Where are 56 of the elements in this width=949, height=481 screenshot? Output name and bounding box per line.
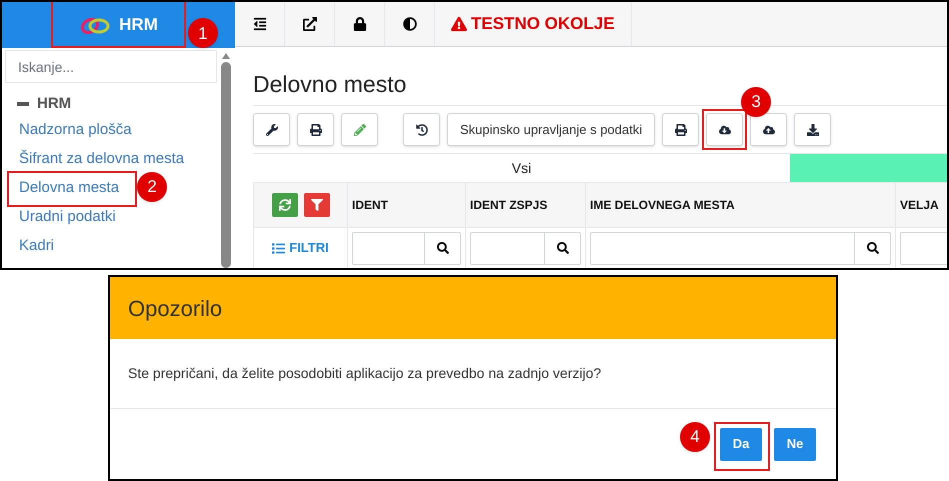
toolbar-button[interactable] bbox=[706, 113, 744, 146]
toolbar-button[interactable] bbox=[297, 113, 334, 146]
callout-badge: 2 bbox=[137, 172, 168, 202]
bulk-data-button[interactable]: Skupinsko upravljanje s podatki bbox=[447, 113, 656, 146]
toolbar-button[interactable] bbox=[794, 113, 832, 146]
contrast-icon bbox=[402, 17, 416, 31]
column-header: VELJA bbox=[896, 183, 947, 228]
toolbar-button[interactable] bbox=[253, 113, 290, 146]
scroll-up-icon[interactable] bbox=[221, 52, 231, 60]
column-header: IDENT bbox=[348, 183, 466, 228]
download-icon bbox=[806, 124, 819, 136]
callout-badge: 4 bbox=[680, 422, 710, 452]
environment-button[interactable]: TESTNO OKOLJE bbox=[435, 2, 632, 46]
outdent-icon bbox=[252, 17, 266, 31]
highlight-frame bbox=[702, 109, 748, 150]
filter-input[interactable] bbox=[590, 232, 891, 264]
dialog-message: Ste prepričani, da želite posodobiti aplikacijo za prevedbo na zadnjo verzijo? bbox=[110, 339, 836, 409]
search-field[interactable]: Iskanje... bbox=[5, 50, 217, 83]
dialog-button[interactable]: Ne bbox=[774, 428, 816, 460]
history-icon bbox=[416, 124, 428, 136]
toolbar-button[interactable] bbox=[403, 113, 440, 146]
pencil-icon bbox=[354, 124, 366, 136]
column-header: IME DELOVNEGA MESTA bbox=[586, 183, 896, 228]
refresh-icon bbox=[278, 199, 290, 211]
tab[interactable]: Vsi bbox=[253, 154, 790, 182]
section-header[interactable]: HRM bbox=[5, 93, 217, 115]
sidebar-item[interactable]: Nadzorna plošča bbox=[5, 115, 146, 144]
filter-input[interactable] bbox=[900, 232, 947, 264]
sidebar-item[interactable]: Delovna mesta bbox=[5, 173, 134, 202]
warning-icon bbox=[451, 16, 467, 32]
filter-icon bbox=[310, 199, 322, 211]
callout-badge: 1 bbox=[188, 18, 218, 48]
lock-icon bbox=[352, 17, 366, 31]
toolbar-button[interactable] bbox=[750, 113, 788, 146]
printer-icon bbox=[310, 124, 322, 136]
external-link-icon bbox=[302, 17, 316, 31]
sidebar-item[interactable]: Šifrant za delovna mesta bbox=[5, 144, 198, 173]
sidebar-item[interactable]: Uradni podatki bbox=[5, 202, 130, 231]
callout-badge: 3 bbox=[741, 87, 772, 117]
toolbar-button[interactable] bbox=[662, 113, 700, 146]
filter-input[interactable] bbox=[352, 232, 461, 264]
wrench-icon bbox=[266, 124, 278, 136]
app-logo[interactable]: HRM bbox=[63, 4, 174, 46]
cloud-download-icon bbox=[718, 124, 731, 136]
list-icon bbox=[272, 242, 286, 254]
filters-link[interactable]: FILTRI bbox=[272, 238, 329, 258]
filter-button[interactable] bbox=[304, 193, 330, 217]
refresh-button[interactable] bbox=[272, 193, 298, 217]
dialog-button[interactable]: Da bbox=[720, 428, 762, 460]
filter-input[interactable] bbox=[470, 232, 581, 264]
column-header: IDENT ZSPJS bbox=[466, 183, 586, 228]
dialog-title: Opozorilo bbox=[128, 294, 222, 323]
printer-icon bbox=[674, 124, 687, 136]
highlight-frame bbox=[714, 422, 770, 470]
sidebar-item[interactable]: Kadri bbox=[5, 231, 68, 260]
cloud-upload-icon bbox=[762, 124, 775, 136]
